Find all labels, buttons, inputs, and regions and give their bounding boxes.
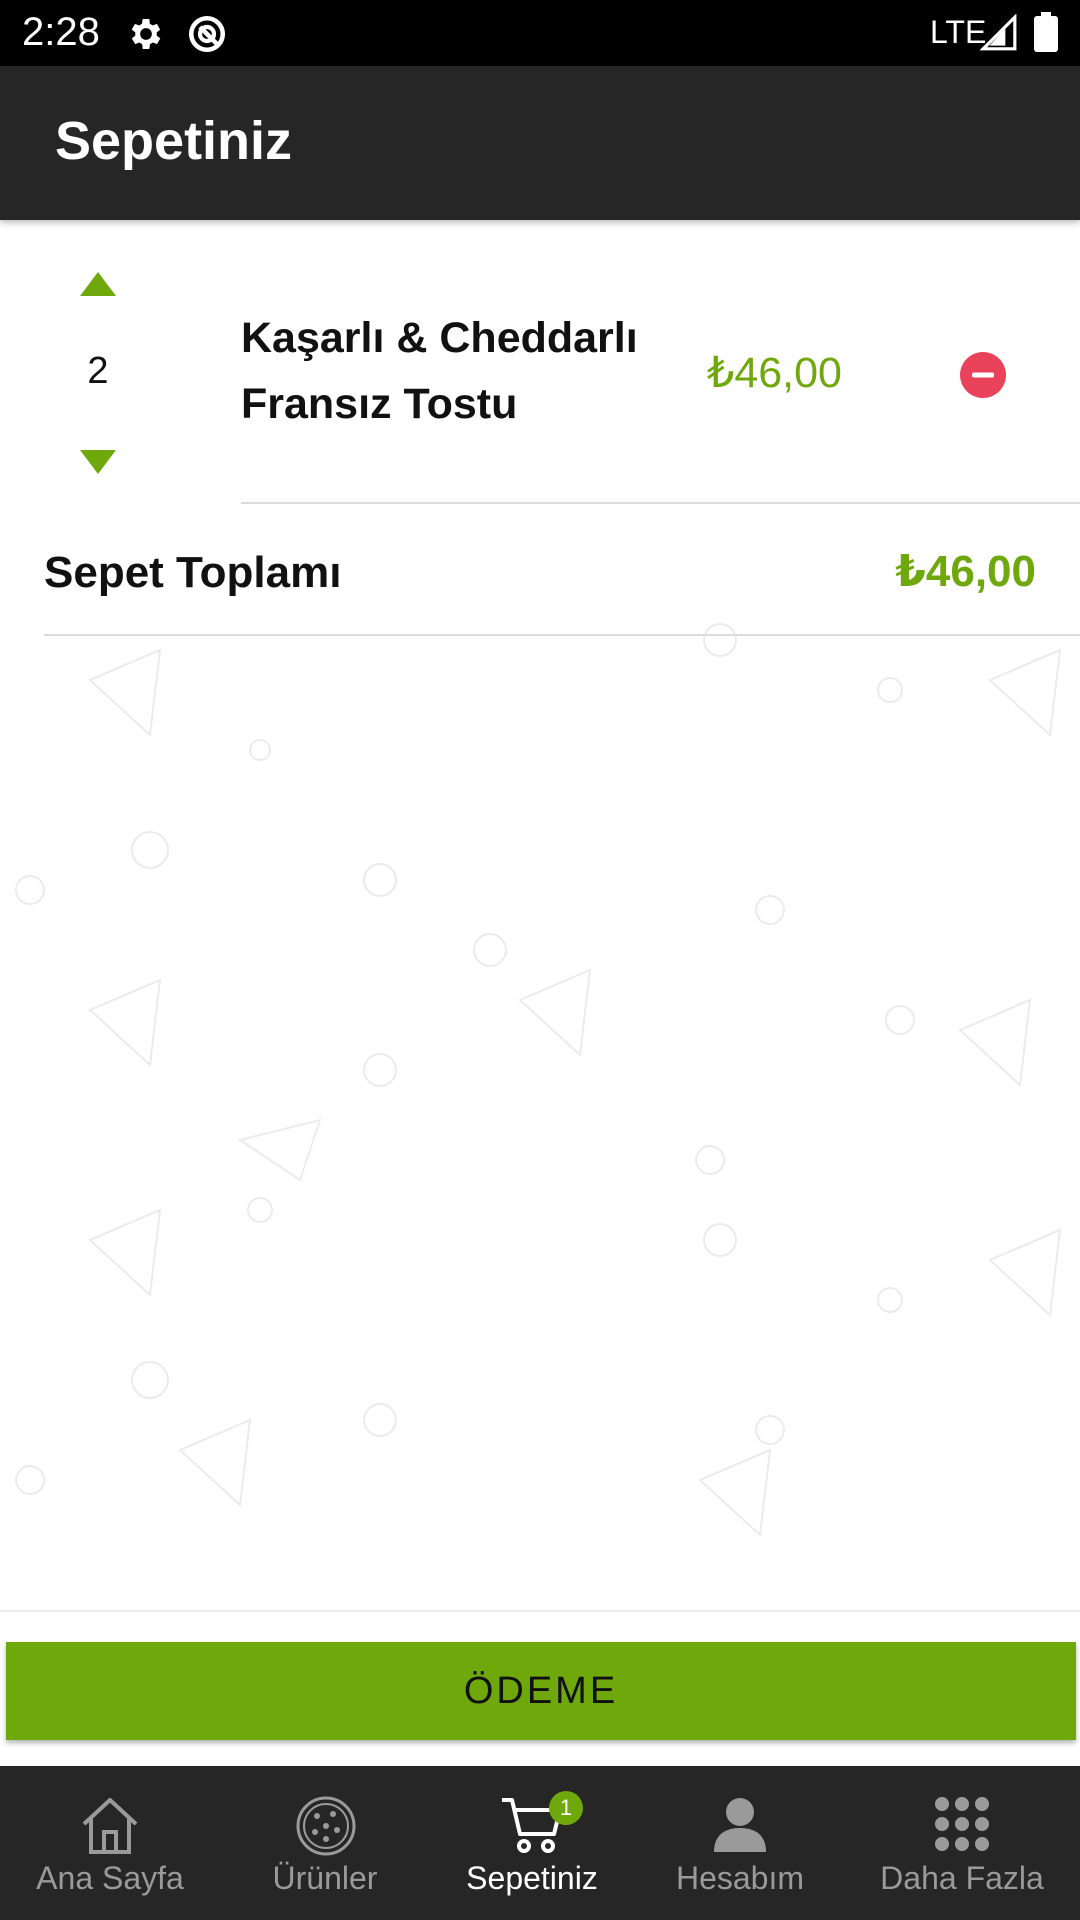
person-icon xyxy=(714,1798,766,1852)
checkout-button[interactable]: ÖDEME xyxy=(6,1642,1076,1740)
nav-label: Ana Sayfa xyxy=(36,1860,184,1896)
nav-label: Sepetiniz xyxy=(466,1860,598,1896)
page-title: Sepetiniz xyxy=(55,111,293,171)
item-name-line2: Fransız Tostu xyxy=(241,380,518,428)
notification-app-icon xyxy=(188,15,226,53)
status-bar: 2:28 LTE xyxy=(0,0,1080,66)
item-price: ₺46,00 xyxy=(707,349,842,397)
cart-item-row: 2 Kaşarlı & Cheddarlı Fransız Tostu ₺46,… xyxy=(0,220,1080,504)
item-name-line1: Kaşarlı & Cheddarlı xyxy=(241,314,638,362)
network-type: LTE xyxy=(930,14,987,50)
nav-label: Daha Fazla xyxy=(880,1860,1044,1896)
nav-label: Hesabım xyxy=(675,1860,805,1896)
pizza-icon xyxy=(296,1796,356,1856)
signal-icon xyxy=(980,14,1017,51)
bottom-navigation: Ana Sayfa Ürünler Sepetiniz 1 Hesabım Da… xyxy=(0,1766,1080,1920)
nav-item-cart[interactable]: Sepetiniz xyxy=(452,1766,612,1920)
divider xyxy=(44,634,1080,636)
pizza-pattern-background xyxy=(15,623,1062,1538)
nav-item-more[interactable]: Daha Fazla xyxy=(862,1766,1062,1920)
nav-item-account[interactable]: Hesabım xyxy=(655,1766,825,1920)
nav-item-products[interactable]: Ürünler xyxy=(240,1766,410,1920)
item-name: Kaşarlı & Cheddarlı Fransız Tostu xyxy=(241,305,661,437)
app-bar: Sepetiniz xyxy=(0,66,1080,220)
cart-total-row: Sepet Toplamı ₺46,00 xyxy=(0,504,1080,638)
home-icon xyxy=(82,1798,138,1854)
cart-count-badge: 1 xyxy=(549,1791,583,1825)
item-quantity: 2 xyxy=(87,350,109,392)
remove-item-icon[interactable] xyxy=(960,352,1006,398)
cart-content: 2 Kaşarlı & Cheddarlı Fransız Tostu ₺46,… xyxy=(0,220,1080,1610)
total-label: Sepet Toplamı xyxy=(44,548,342,597)
battery-icon xyxy=(1034,12,1058,52)
total-value: ₺46,00 xyxy=(895,547,1036,596)
quantity-decrease-icon[interactable] xyxy=(80,450,116,474)
nav-item-home[interactable]: Ana Sayfa xyxy=(20,1766,200,1920)
grid-icon xyxy=(935,1797,989,1851)
nav-label: Ürünler xyxy=(272,1860,378,1896)
quantity-increase-icon[interactable] xyxy=(80,272,116,296)
settings-gear-icon xyxy=(131,19,161,49)
checkout-area: ÖDEME xyxy=(0,1610,1080,1768)
status-time: 2:28 xyxy=(22,10,100,54)
